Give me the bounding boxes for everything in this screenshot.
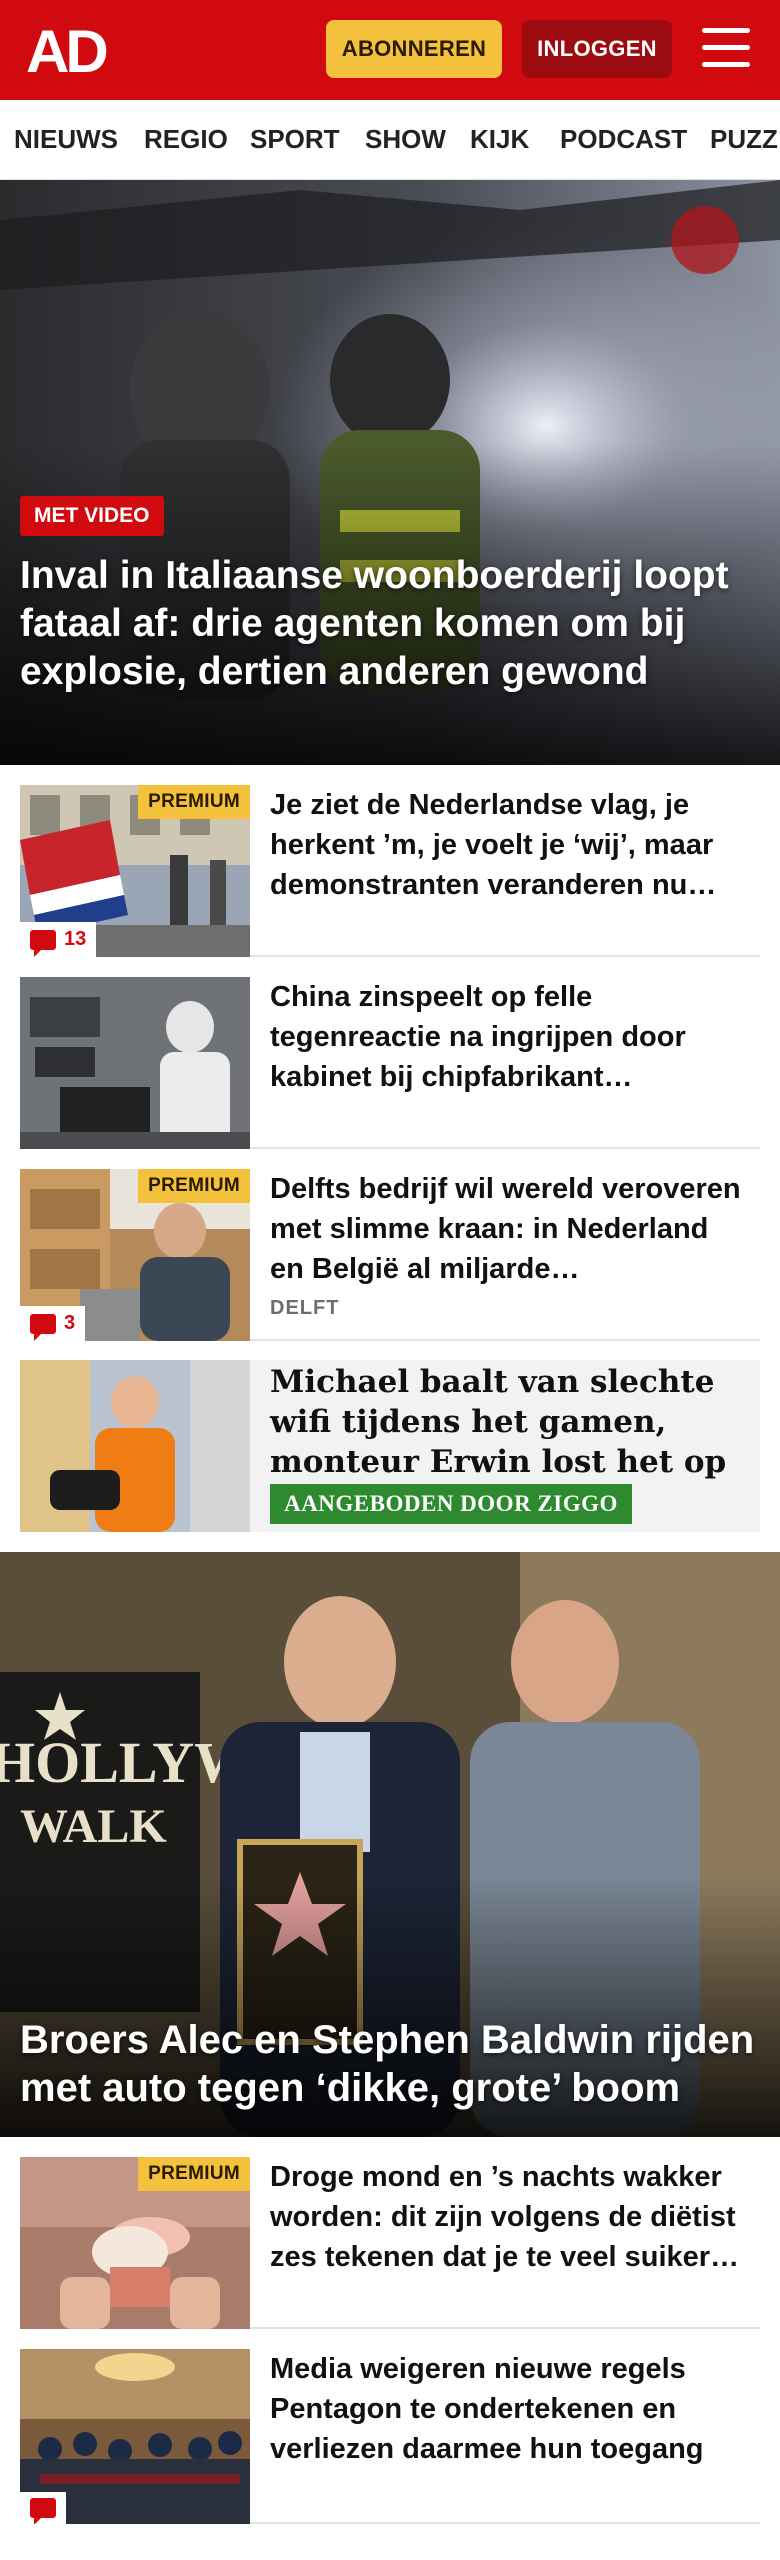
video-badge: MET VIDEO [20, 496, 164, 536]
nav-item-show[interactable]: SHOW [365, 124, 446, 155]
hero-article-baldwin[interactable]: HOLLYW WALK Broers Alec en Stephen Baldw… [0, 1552, 780, 2137]
nav-item-nieuws[interactable]: NIEUWS [14, 124, 118, 155]
subscribe-button[interactable]: ABONNEREN [326, 20, 502, 78]
login-button[interactable]: INLOGGEN [522, 20, 672, 78]
article-title[interactable]: Media weigeren nieuwe regels Pentagon te… [270, 2349, 750, 2469]
article-thumbnail [20, 977, 250, 1149]
list-item[interactable]: PREMIUM Droge mond en ’s nachts wakker w… [20, 2157, 760, 2329]
hamburger-icon[interactable] [702, 28, 750, 70]
comment-count[interactable]: 3 [20, 1306, 86, 1341]
article-thumbnail [20, 2349, 250, 2524]
sponsored-card[interactable]: Michael baalt van slechte wifi tijdens h… [20, 1360, 760, 1532]
premium-badge: PREMIUM [138, 785, 250, 819]
hero-headline[interactable]: Broers Alec en Stephen Baldwin rijden me… [20, 2016, 770, 2112]
article-thumbnail: PREMIUM [20, 2157, 250, 2329]
comment-count[interactable] [20, 2492, 66, 2524]
sponsored-thumbnail [20, 1360, 250, 1532]
article-title[interactable]: Droge mond en ’s nachts wakker worden: d… [270, 2157, 750, 2277]
premium-badge: PREMIUM [138, 2157, 250, 2191]
comment-count-value: 3 [64, 1312, 76, 1334]
nav-item-podcast[interactable]: PODCAST [560, 124, 687, 155]
article-thumbnail: PREMIUM 3 [20, 1169, 250, 1341]
list-item[interactable]: PREMIUM 13 Je ziet de Nederlandse vlag, … [20, 785, 760, 957]
comment-icon [30, 2498, 56, 2524]
article-title[interactable]: Delfts bedrijf wil wereld veroveren met … [270, 1169, 750, 1289]
sponsored-label: AANGEBODEN DOOR ZIGGO [270, 1484, 632, 1524]
top-header: AD ABONNEREN INLOGGEN [0, 0, 780, 100]
comment-icon [30, 1313, 56, 1341]
article-thumbnail: PREMIUM 13 [20, 785, 250, 957]
comment-icon [30, 929, 56, 957]
section-nav: NIEUWS REGIO SPORT SHOW KIJK PODCAST PUZ… [0, 100, 780, 180]
ad-logo[interactable]: AD [26, 22, 114, 78]
sponsored-title[interactable]: Michael baalt van slechte wifi tijdens h… [270, 1362, 750, 1482]
nav-item-regio[interactable]: REGIO [144, 124, 228, 155]
nav-item-sport[interactable]: SPORT [250, 124, 340, 155]
comment-count[interactable]: 13 [20, 922, 97, 957]
list-item[interactable]: PREMIUM 3 Delfts bedrijf wil wereld vero… [20, 1169, 760, 1341]
hero-article-explosion[interactable]: MET VIDEO Inval in Italiaanse woonboerde… [0, 180, 780, 765]
list-item[interactable]: Media weigeren nieuwe regels Pentagon te… [20, 2349, 760, 2524]
svg-text:AD: AD [26, 22, 106, 78]
premium-badge: PREMIUM [138, 1169, 250, 1203]
article-title[interactable]: Je ziet de Nederlandse vlag, je herkent … [270, 785, 750, 905]
list-item[interactable]: China zinspeelt op felle tegenreactie na… [20, 977, 760, 1149]
article-title[interactable]: China zinspeelt op felle tegenreactie na… [270, 977, 750, 1097]
nav-item-puzzels[interactable]: PUZZ [710, 124, 778, 155]
nav-item-kijk[interactable]: KIJK [470, 124, 529, 155]
hero-headline[interactable]: Inval in Italiaanse woonboerderij loopt … [20, 552, 750, 696]
comment-count-value: 13 [64, 928, 87, 950]
region-tag[interactable]: DELFT [270, 1297, 339, 1320]
